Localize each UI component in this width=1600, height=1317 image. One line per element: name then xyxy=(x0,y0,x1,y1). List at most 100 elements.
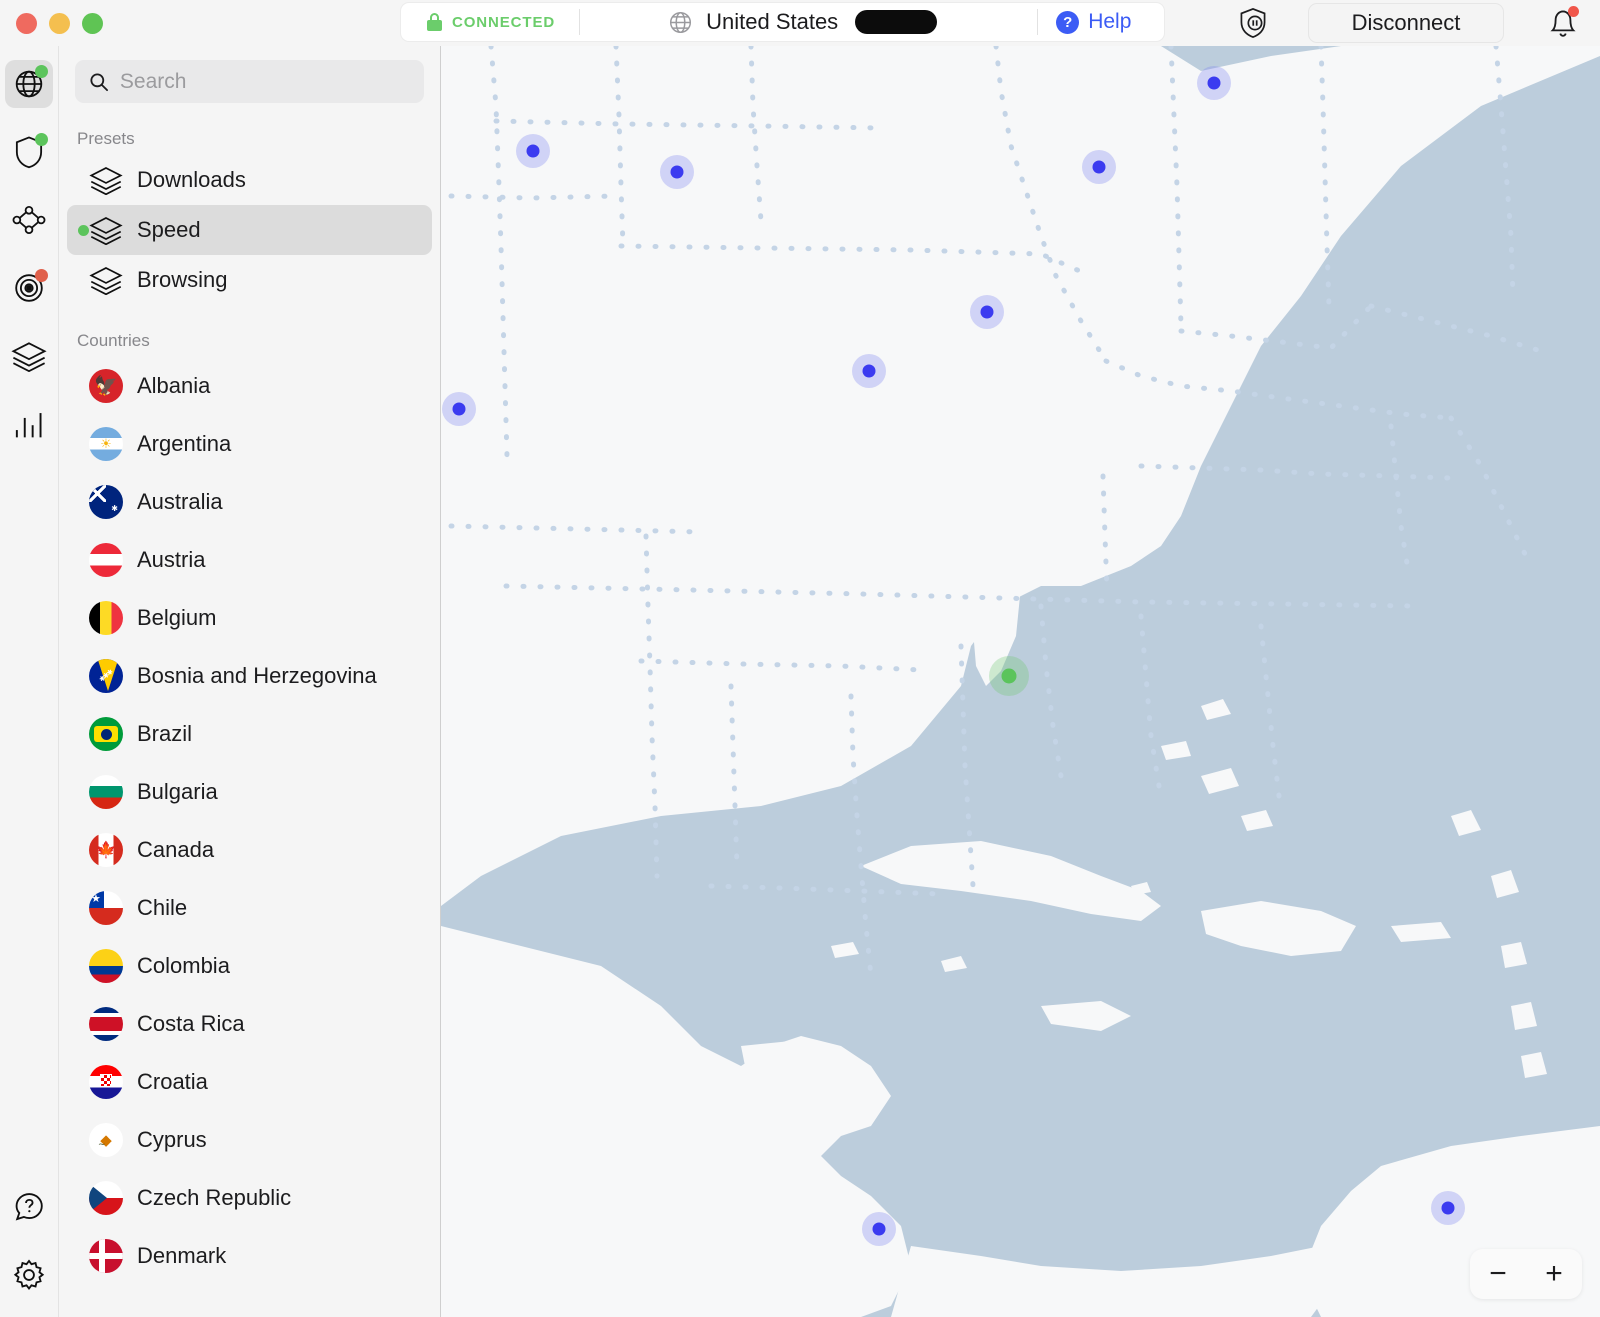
country-item[interactable]: ✱ Australia xyxy=(67,473,432,531)
flag-icon-co xyxy=(89,949,123,983)
country-item[interactable]: Czech Republic xyxy=(67,1169,432,1227)
sidebar-item-settings[interactable] xyxy=(5,1251,53,1299)
flag-icon-ar: ☀ xyxy=(89,427,123,461)
marker-core xyxy=(980,305,994,319)
globe-icon xyxy=(670,11,692,33)
country-label: Bulgaria xyxy=(137,779,218,804)
flag-icon-ba: ✱✱✱ xyxy=(89,659,123,693)
country-label: Belgium xyxy=(137,605,217,630)
marker-core xyxy=(862,364,876,378)
search-input[interactable] xyxy=(119,69,410,94)
flag-icon-au: ✱ xyxy=(89,485,123,519)
search-icon xyxy=(90,73,108,91)
flag-icon-at xyxy=(89,543,123,577)
search-bar[interactable] xyxy=(75,60,424,103)
sidebar-bottom-actions xyxy=(0,1183,58,1299)
flag-icon-dk xyxy=(89,1239,123,1273)
sidebar-item-help[interactable] xyxy=(5,1183,53,1231)
flag-icon-cz xyxy=(89,1181,123,1215)
bar-chart-icon xyxy=(15,413,42,438)
connected-label: CONNECTED xyxy=(452,13,556,31)
world-map[interactable]: − + xyxy=(441,46,1600,1317)
gear-icon xyxy=(13,1259,45,1291)
active-dot xyxy=(78,224,89,236)
sidebar-item-threat-protection[interactable] xyxy=(5,264,53,312)
country-item[interactable]: ✱✱✱ Bosnia and Herzegovina xyxy=(67,647,432,705)
country-label: Australia xyxy=(137,489,223,514)
country-item[interactable]: 🍁 Canada xyxy=(67,821,432,879)
current-location[interactable]: United States xyxy=(668,3,938,41)
country-label: Colombia xyxy=(137,953,230,978)
presets-section-label: Presets xyxy=(77,129,135,148)
sidebar-item-statistics[interactable] xyxy=(5,400,53,448)
preset-label: Browsing xyxy=(137,267,228,292)
preset-item-downloads[interactable]: Downloads xyxy=(67,155,432,205)
flag-icon-ca: 🍁 xyxy=(89,833,123,867)
map-zoom-controls: − + xyxy=(1470,1249,1582,1299)
divider xyxy=(579,9,581,35)
country-label: Cyprus xyxy=(137,1127,207,1152)
minimize-window-button[interactable] xyxy=(49,12,70,34)
country-item[interactable]: Colombia xyxy=(67,937,432,995)
disconnect-button[interactable]: Disconnect xyxy=(1308,3,1504,43)
marker-core xyxy=(670,165,684,179)
country-label: Albania xyxy=(137,373,211,398)
preset-item-browsing[interactable]: Browsing xyxy=(67,255,432,305)
country-item[interactable]: Austria xyxy=(67,531,432,589)
country-label: Argentina xyxy=(137,431,232,456)
status-dot xyxy=(35,133,48,146)
zoom-out-button[interactable]: − xyxy=(1483,1259,1513,1289)
layers-icon xyxy=(11,342,47,372)
country-label: Chile xyxy=(137,895,188,920)
question-bubble-icon xyxy=(15,1193,43,1221)
country-item[interactable]: Belgium xyxy=(67,589,432,647)
layers-icon xyxy=(89,267,123,295)
maximize-window-button[interactable] xyxy=(82,12,103,34)
marker-core xyxy=(526,144,540,158)
flag-icon-cl: ★ xyxy=(89,891,123,925)
country-item[interactable]: Bulgaria xyxy=(67,763,432,821)
flag-icon-cy: ◆ ∼ xyxy=(89,1123,123,1157)
country-item[interactable]: Costa Rica xyxy=(67,995,432,1053)
presets-list: Downloads Speed Browsing xyxy=(59,155,440,305)
country-label: Costa Rica xyxy=(137,1011,245,1036)
preset-label: Speed xyxy=(137,217,201,242)
country-item[interactable]: 🦅 Albania xyxy=(67,357,432,415)
country-item[interactable]: ★ Chile xyxy=(67,879,432,937)
preset-item-speed[interactable]: Speed xyxy=(67,205,432,255)
flag-icon-hr xyxy=(89,1065,123,1099)
country-item[interactable]: Denmark xyxy=(67,1227,432,1285)
icon-sidebar xyxy=(0,46,59,1317)
country-item[interactable]: Brazil xyxy=(67,705,432,763)
connection-status-bar: CONNECTED United States ? Help xyxy=(400,2,1165,42)
sidebar-item-presets[interactable] xyxy=(5,332,53,380)
zoom-in-button[interactable]: + xyxy=(1539,1259,1569,1289)
notifications-button[interactable] xyxy=(1548,6,1579,39)
marker-core xyxy=(1092,160,1106,174)
divider-2 xyxy=(1037,9,1039,35)
flag-icon-be xyxy=(89,601,123,635)
sidebar-item-locations[interactable] xyxy=(5,60,53,108)
status-dot xyxy=(35,65,48,78)
help-label: Help xyxy=(1088,10,1132,33)
marker-core xyxy=(452,402,466,416)
flag-icon-br xyxy=(89,717,123,751)
window-controls xyxy=(16,12,103,34)
country-item[interactable]: ◆ ∼ Cyprus xyxy=(67,1111,432,1169)
country-item[interactable]: ☀ Argentina xyxy=(67,415,432,473)
flag-icon-cr xyxy=(89,1007,123,1041)
sidebar-item-protection[interactable] xyxy=(5,128,53,176)
country-item[interactable]: Croatia xyxy=(67,1053,432,1111)
help-link[interactable]: ? Help xyxy=(1056,3,1131,41)
country-label: Croatia xyxy=(137,1069,208,1094)
notification-badge xyxy=(1568,6,1579,17)
vpn-app-window: CONNECTED United States ? Help Disconnec… xyxy=(0,0,1600,1317)
close-window-button[interactable] xyxy=(16,12,37,34)
marker-core xyxy=(1441,1201,1455,1215)
countries-list[interactable]: 🦅 Albania ☀ Argentina ✱ Australia Austria Belg… xyxy=(59,357,440,1317)
main-area: Presets Downloads Speed Browsing Countri… xyxy=(0,46,1600,1317)
countries-section-label: Countries xyxy=(77,331,150,350)
sidebar-item-mesh-network[interactable] xyxy=(5,196,53,244)
shield-pause-icon[interactable] xyxy=(1238,7,1268,39)
question-mark-icon: ? xyxy=(1056,10,1080,34)
